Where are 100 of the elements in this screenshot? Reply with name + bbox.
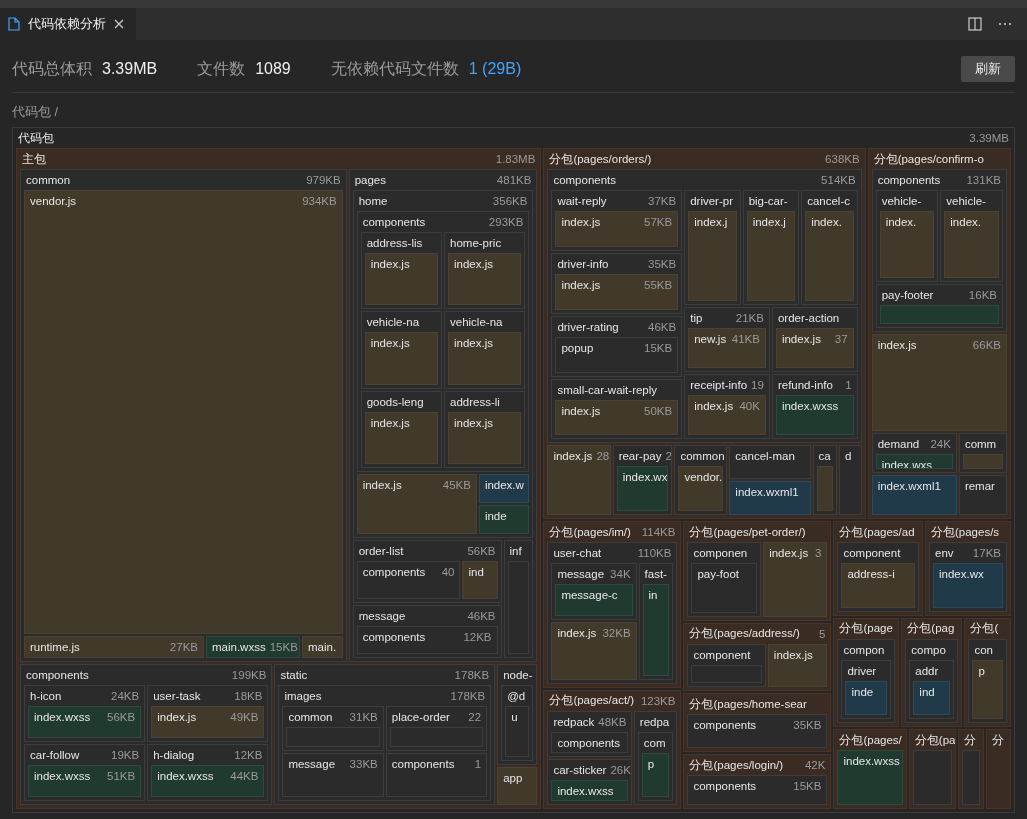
folder-block[interactable]: com p — [637, 731, 674, 801]
treemap-panel[interactable] — [12, 127, 1015, 813]
folder-block[interactable]: components 199KB h-icon 24KB index.wxss 56KB user-task 18KB index.js 49KB car-follow 19KB index.wxss 51KB h-dialog 12KB index.wxss 44KB — [20, 664, 273, 805]
folder-block[interactable]: driver-pr index.j — [684, 190, 741, 306]
file-block[interactable]: index.j — [746, 211, 796, 302]
folder-block[interactable] — [547, 169, 862, 444]
file-block[interactable] — [962, 454, 1003, 470]
package-block[interactable]: 分包(pages/s env 17KB index.wx — [925, 521, 1011, 616]
folder-block[interactable]: redpack 48KB components — [547, 710, 632, 757]
breadcrumb[interactable]: 代码包 / — [0, 93, 1027, 119]
folder-block[interactable]: components 293KB address-lis index.js home-pric index.js vehicle-na index.js vehicle-na index.js goods-leng index.js address-li index.js — [356, 211, 530, 473]
file-block[interactable]: index. — [879, 211, 935, 279]
package-block[interactable]: 分包(pages/pet-order/) componen pay-foot index.js 3 — [683, 521, 832, 621]
file-block[interactable]: main.wxss 15KB — [206, 636, 300, 659]
file-block[interactable]: main. — [302, 636, 343, 659]
file-block[interactable]: new.js 41KB — [688, 328, 766, 369]
package-block[interactable]: 分包(pages/address/) 5 component index.js — [683, 622, 832, 692]
folder-block[interactable]: @d u — [501, 685, 534, 761]
package-block[interactable]: 分包(page compon driver inde — [833, 617, 900, 728]
folder-block[interactable]: images 178KB common 31KB place-order 22 message 33KB components 1 — [278, 685, 492, 801]
file-block[interactable]: index.j — [688, 211, 737, 302]
file-block[interactable]: index.js — [364, 411, 438, 465]
folder-block[interactable]: env 17KB index.wx — [929, 542, 1007, 612]
file-block[interactable]: index.js — [364, 332, 438, 385]
file-block[interactable]: app — [497, 766, 538, 805]
folder-block[interactable]: cancel-c index. — [801, 190, 858, 306]
file-block[interactable]: index.js 57KB — [555, 211, 679, 247]
file-block[interactable]: inde — [478, 505, 530, 535]
folder-block[interactable]: receipt-info 19 index.js 40K — [684, 374, 770, 440]
folder-block[interactable]: con p — [968, 638, 1007, 724]
package-block[interactable]: 分包(pages/home-sear components 35KB — [683, 693, 832, 753]
file-block[interactable]: runtime.js 27KB — [24, 636, 204, 659]
stat-link[interactable]: 1 (29B) — [468, 59, 522, 78]
folder-block[interactable]: components 131KB vehicle- index. vehicle- index. pay-footer 16KB — [871, 169, 1007, 333]
file-block[interactable]: in — [642, 584, 670, 676]
folder-block[interactable]: car-follow 19KB index.wxss 51KB — [24, 744, 146, 801]
folder-block[interactable]: components 40 — [356, 561, 461, 600]
folder-block[interactable]: h-dialog 12KB index.wxss 44KB — [147, 744, 269, 801]
folder-block[interactable]: address-lis index.js — [360, 232, 442, 310]
package-block[interactable]: 分包( con p — [964, 617, 1011, 728]
file-block[interactable]: index.wx — [933, 563, 1003, 608]
file-block[interactable]: index. — [805, 211, 854, 302]
folder-block[interactable]: components — [551, 731, 628, 753]
folder-block[interactable]: remar — [958, 475, 1007, 516]
package-block[interactable]: 分包(pages/act/) 123KB redpack 48KB components car-sticker 26K index.wxss redpa com p — [543, 689, 682, 809]
folder-block[interactable]: address-li index.js — [444, 390, 526, 469]
folder-block[interactable]: driver inde — [841, 659, 892, 720]
folder-block[interactable]: h-icon 24KB index.wxss 56KB — [24, 685, 146, 743]
folder-block[interactable]: fast- in — [638, 563, 674, 680]
folder-block[interactable]: pay-foot — [691, 563, 758, 613]
close-icon[interactable] — [114, 19, 124, 29]
folder-block[interactable]: driver-info 35KB index.js 55KB — [551, 252, 683, 314]
file-block[interactable] — [816, 466, 833, 512]
file-block[interactable]: index.js 66KB — [871, 334, 1007, 432]
package-block[interactable] — [543, 148, 866, 520]
folder-block[interactable]: u — [505, 706, 530, 757]
folder-block[interactable]: node- @d u — [497, 664, 538, 765]
folder-block[interactable]: vehicle-na index.js — [444, 311, 526, 389]
folder-block[interactable]: addr ind — [909, 659, 955, 720]
package-block[interactable]: 分包(pages/im/) 114KB user-chat 110KB message 34K message-c index.js 32KB fast- in — [543, 521, 682, 688]
folder-block[interactable]: car-sticker 26K index.wxss — [547, 758, 632, 805]
editor-tab[interactable]: 代码依赖分析 — [0, 8, 136, 40]
folder-block[interactable]: order-action index.js 37 — [771, 307, 858, 373]
file-block[interactable]: p — [641, 752, 670, 797]
file-block[interactable]: index.w — [478, 474, 530, 504]
folder-block[interactable]: big-car- index.j — [742, 190, 800, 306]
file-block[interactable]: index.js — [448, 411, 522, 465]
folder-block[interactable]: pay-footer 16KB — [875, 284, 1003, 329]
package-block[interactable]: 分包(pa — [908, 729, 957, 809]
package-block[interactable] — [16, 148, 542, 809]
file-block[interactable]: index.wxss — [775, 395, 854, 436]
file-block[interactable]: ind — [462, 561, 498, 600]
file-block[interactable]: index.wxml1 — [729, 481, 811, 516]
folder-block[interactable]: popup 15KB — [555, 336, 679, 373]
folder-block[interactable]: redpa com p — [633, 710, 678, 805]
folder-block[interactable]: goods-leng index.js — [360, 390, 442, 469]
folder-block[interactable]: wait-reply 37KB index.js 57KB — [551, 190, 683, 251]
folder-block[interactable]: message 46KB components 12KB — [352, 605, 502, 659]
package-block[interactable]: 分包(pages/ad component address-i — [833, 521, 923, 616]
folder-block[interactable]: user-task 18KB index.js 49KB — [147, 685, 269, 743]
folder-block[interactable]: static 178KB images 178KB common 31KB place-order 22 message 33KB components 1 — [274, 664, 496, 805]
file-block[interactable]: index.wxss 56KB — [28, 706, 142, 739]
file-block[interactable]: index.js 3 — [763, 542, 828, 617]
folder-block[interactable]: user-chat 110KB message 34K message-c index.js 32KB fast- in — [547, 542, 678, 684]
folder-block[interactable]: vehicle- index. — [940, 190, 1003, 283]
folder-block[interactable]: comm — [958, 433, 1007, 474]
folder-block[interactable]: common 979KB vendor.js 934KB runtime.js 27KB main.wxss 15KB main. — [20, 169, 347, 663]
file-block[interactable]: index. — [944, 211, 999, 279]
folder-block[interactable]: cancel-man — [729, 445, 811, 480]
file-block[interactable]: index.wxss — [837, 750, 903, 805]
folder-block[interactable]: vehicle-na index.js — [360, 311, 442, 389]
folder-block[interactable]: common 31KB — [282, 706, 384, 751]
folder-block[interactable]: rear-pay 2 index.wx — [612, 445, 673, 516]
file-block[interactable]: index.js — [448, 253, 522, 306]
file-block[interactable]: index.js 40K — [688, 395, 766, 436]
folder-block[interactable]: compo addr ind — [905, 638, 959, 724]
file-block[interactable]: inde — [845, 680, 888, 716]
file-block[interactable]: p — [972, 659, 1003, 720]
folder-block[interactable]: component address-i — [837, 542, 919, 612]
file-block[interactable]: ind — [913, 680, 951, 716]
